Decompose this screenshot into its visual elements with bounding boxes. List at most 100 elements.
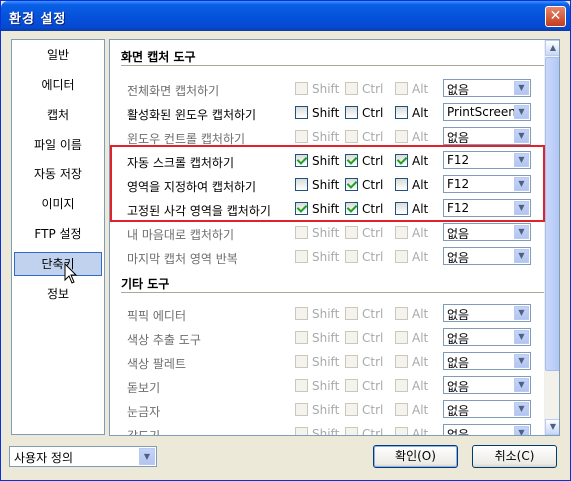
nav-item[interactable]: 일반	[14, 43, 102, 67]
nav-item[interactable]: 이미지	[14, 192, 102, 216]
alt-checkbox[interactable]	[395, 130, 408, 143]
ctrl-checkbox[interactable]	[345, 82, 358, 95]
ctrl-checkbox[interactable]	[345, 250, 358, 263]
shortcut-label: 활성화된 윈도우 캡처하기	[127, 108, 257, 122]
close-button[interactable]: ✕	[545, 6, 566, 27]
scroll-up-icon[interactable]: ▲	[545, 40, 559, 56]
ctrl-checkbox[interactable]	[345, 427, 358, 435]
nav-item[interactable]: 파일 이름	[14, 133, 102, 157]
key-select[interactable]: 없음 ▼	[443, 247, 531, 265]
ctrl-checkbox[interactable]	[345, 130, 358, 143]
nav-item[interactable]: 에디터	[14, 73, 102, 97]
key-select[interactable]: 없음 ▼	[443, 376, 531, 394]
chevron-down-icon: ▼	[514, 426, 529, 435]
shift-checkbox[interactable]	[295, 226, 308, 239]
nav-item[interactable]: 캡처	[14, 103, 102, 127]
scroll-down-icon[interactable]: ▼	[545, 419, 559, 435]
key-select-value: 없음	[447, 83, 470, 97]
chevron-down-icon: ▼	[514, 129, 529, 143]
section-title: 기타 도구	[121, 277, 170, 291]
shift-checkbox[interactable]	[295, 106, 308, 119]
ctrl-checkbox[interactable]	[345, 331, 358, 344]
nav-item[interactable]: 정보	[14, 282, 102, 306]
mouse-cursor-icon	[64, 263, 78, 284]
chevron-down-icon: ▼	[514, 81, 529, 95]
alt-checkbox[interactable]	[395, 403, 408, 416]
shortcut-row: 각도기 Shift Ctrl Alt 없음 ▼	[110, 422, 546, 436]
shortcut-label: 눈금자	[127, 405, 161, 419]
shortcut-label: 색상 추출 도구	[127, 333, 201, 347]
shift-checkbox[interactable]	[295, 331, 308, 344]
key-select[interactable]: 없음 ▼	[443, 304, 531, 322]
key-select[interactable]: PrintScreen ▼	[443, 103, 531, 121]
title-bar[interactable]: 환경 설정 ✕	[1, 1, 570, 31]
window-title: 환경 설정	[9, 12, 67, 27]
ctrl-checkbox[interactable]	[345, 403, 358, 416]
scroll-thumb[interactable]	[545, 57, 559, 371]
ok-button[interactable]: 확인(O)	[373, 445, 458, 468]
alt-label: Alt	[412, 331, 429, 345]
close-icon: ✕	[549, 8, 562, 24]
ctrl-label: Ctrl	[362, 307, 384, 321]
nav-item[interactable]: 단축키	[14, 252, 102, 276]
key-select[interactable]: 없음 ▼	[443, 352, 531, 370]
section-divider	[121, 292, 544, 293]
ctrl-label: Ctrl	[362, 403, 384, 417]
shift-label: Shift	[312, 106, 340, 120]
nav-item[interactable]: FTP 설정	[14, 222, 102, 246]
shift-checkbox[interactable]	[295, 82, 308, 95]
nav-item[interactable]: 자동 저장	[14, 162, 102, 186]
ctrl-checkbox[interactable]	[345, 307, 358, 320]
shift-checkbox[interactable]	[295, 307, 308, 320]
key-select-value: 없음	[447, 308, 470, 322]
shift-checkbox[interactable]	[295, 403, 308, 416]
key-select[interactable]: 없음 ▼	[443, 127, 531, 145]
preset-select[interactable]: 사용자 정의 ▼	[9, 446, 157, 467]
alt-checkbox[interactable]	[395, 82, 408, 95]
alt-checkbox[interactable]	[395, 226, 408, 239]
shortcut-settings-panel: ▲ ▼ 화면 캡처 도구 전체화면 캡처하기 Shift Ctrl Alt 없음 ▼ 활성화된…	[109, 39, 560, 436]
alt-checkbox[interactable]	[395, 379, 408, 392]
key-select[interactable]: 없음 ▼	[443, 400, 531, 418]
key-select-value: 없음	[447, 332, 470, 346]
key-select[interactable]: 없음 ▼	[443, 223, 531, 241]
ctrl-checkbox[interactable]	[345, 226, 358, 239]
alt-label: Alt	[412, 403, 429, 417]
vertical-scrollbar[interactable]: ▲ ▼	[544, 40, 559, 435]
alt-label: Alt	[412, 379, 429, 393]
category-list: 일반에디터캡처파일 이름자동 저장이미지 FTP 설정단축키정보	[11, 39, 105, 435]
alt-label: Alt	[412, 82, 429, 96]
ctrl-checkbox[interactable]	[345, 355, 358, 368]
key-select[interactable]: 없음 ▼	[443, 79, 531, 97]
key-select-value: 없음	[447, 227, 470, 241]
key-select-value: 없음	[447, 428, 470, 436]
ctrl-checkbox[interactable]	[345, 106, 358, 119]
shift-checkbox[interactable]	[295, 427, 308, 435]
shortcut-row: 픽픽 에디터 Shift Ctrl Alt 없음 ▼	[110, 302, 546, 326]
alt-checkbox[interactable]	[395, 307, 408, 320]
shift-checkbox[interactable]	[295, 355, 308, 368]
chevron-down-icon: ▼	[514, 378, 529, 392]
alt-checkbox[interactable]	[395, 106, 408, 119]
shift-checkbox[interactable]	[295, 379, 308, 392]
ctrl-checkbox[interactable]	[345, 379, 358, 392]
shift-label: Shift	[312, 379, 340, 393]
shortcut-label: 내 마음대로 캡처하기	[127, 228, 234, 242]
alt-label: Alt	[412, 355, 429, 369]
shortcut-label: 색상 팔레트	[127, 357, 187, 371]
shift-label: Shift	[312, 331, 340, 345]
alt-checkbox[interactable]	[395, 250, 408, 263]
ctrl-label: Ctrl	[362, 226, 384, 240]
alt-checkbox[interactable]	[395, 331, 408, 344]
key-select[interactable]: 없음 ▼	[443, 328, 531, 346]
ctrl-label: Ctrl	[362, 427, 384, 436]
key-select[interactable]: 없음 ▼	[443, 424, 531, 436]
cancel-button[interactable]: 취소(C)	[472, 445, 557, 468]
chevron-down-icon: ▼	[514, 249, 529, 263]
shift-checkbox[interactable]	[295, 130, 308, 143]
alt-checkbox[interactable]	[395, 427, 408, 435]
shift-checkbox[interactable]	[295, 250, 308, 263]
shift-label: Shift	[312, 355, 340, 369]
alt-checkbox[interactable]	[395, 355, 408, 368]
key-select-value: PrintScreen	[447, 105, 516, 119]
